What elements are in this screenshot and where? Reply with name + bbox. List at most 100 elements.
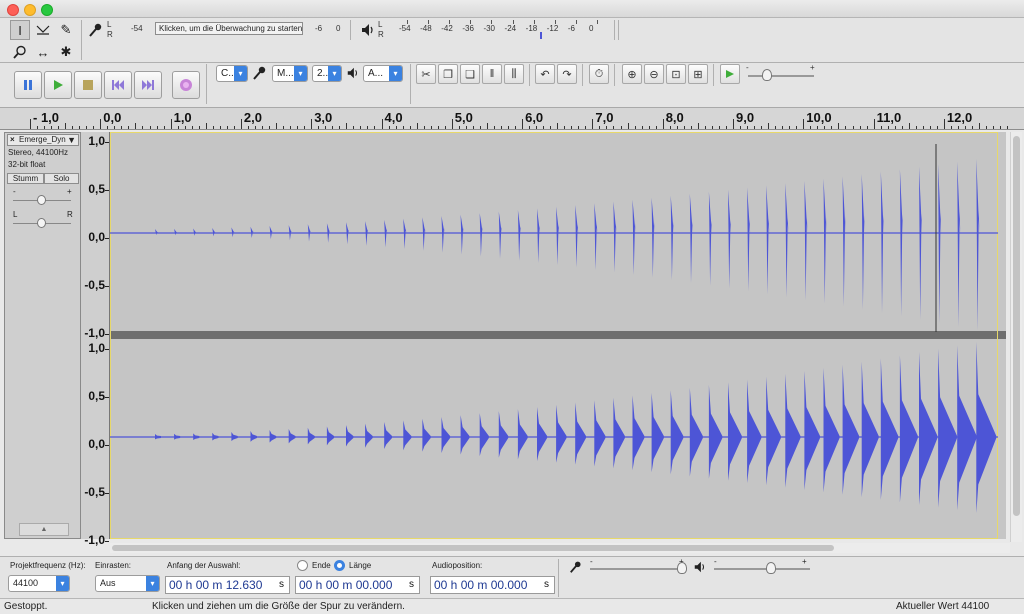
play-button[interactable]: [44, 71, 72, 99]
ruler-tick: [430, 126, 432, 129]
ruler-tick: [901, 126, 903, 129]
record-meter-microphone-icon[interactable]: [86, 20, 106, 40]
gain-slider-thumb[interactable]: [37, 195, 46, 205]
ruler-tick: [585, 126, 587, 129]
toolbar-area: I ✎ ↔ ✱ L R -54 Klicken, um die Überwach…: [0, 18, 1024, 108]
horizontal-scrollbar[interactable]: [110, 543, 1010, 553]
silence-audio-icon[interactable]: ⫼: [504, 64, 524, 84]
stop-button[interactable]: [74, 71, 102, 99]
ruler-tick: [444, 126, 446, 129]
time-unit-suffix: s: [544, 579, 549, 590]
waveform-display[interactable]: [110, 132, 1006, 539]
copy-icon[interactable]: ❐: [438, 64, 458, 84]
zoom-tool-icon[interactable]: [10, 42, 30, 62]
speaker-icon[interactable]: [358, 20, 378, 40]
ruler-tick: [311, 119, 313, 129]
snap-to-select[interactable]: Aus ▾: [95, 575, 160, 592]
ruler-tick: [297, 126, 299, 129]
ruler-tick: [993, 126, 995, 129]
horizontal-scrollbar-thumb[interactable]: [112, 545, 834, 551]
envelope-tool-icon[interactable]: [33, 20, 53, 40]
ruler-tick: [740, 126, 742, 129]
trim-audio-icon[interactable]: ‖: [482, 64, 502, 84]
status-hint: Klicken und ziehen um die Größe der Spur…: [152, 601, 405, 612]
timeshift-tool-icon[interactable]: ↔: [33, 42, 53, 62]
selection-length-field[interactable]: 00 h 00 m 00.000 s: [295, 576, 420, 594]
ruler-tick: [873, 119, 875, 129]
gain-min-label: -: [13, 187, 16, 196]
ruler-tick: [451, 119, 453, 129]
cut-icon[interactable]: ✂: [416, 64, 436, 84]
waveform-area[interactable]: [110, 132, 1006, 539]
skip-to-end-button[interactable]: [134, 71, 162, 99]
ruler-tick: [177, 126, 179, 129]
ruler-tick: [564, 126, 566, 129]
track-control-panel[interactable]: × Emerge_Dyn ▼ Stereo, 44100Hz 32-bit fl…: [4, 132, 81, 539]
selection-tool-icon[interactable]: I: [10, 20, 30, 40]
playback-meter[interactable]: -54 -48 -42 -36 -30 -24 -18 -12 -6 0: [389, 20, 611, 39]
pause-button[interactable]: [14, 71, 42, 99]
output-volume-thumb[interactable]: [766, 562, 776, 574]
playback-meter-tick: [512, 20, 514, 24]
audio-host-select[interactable]: C.. ▾: [216, 65, 248, 82]
project-rate-select[interactable]: 44100 ▾: [8, 575, 70, 592]
input-volume-slider[interactable]: [590, 568, 686, 570]
track-menu-chevron-down-icon[interactable]: ▼: [67, 135, 76, 145]
collapse-track-button[interactable]: ▲: [19, 523, 69, 536]
amplitude-label: -1,0: [84, 533, 105, 547]
amplitude-ruler[interactable]: 1,0 0,5 0,0 -0,5 -1,0 1,0 0,5 0,0 -0,5 -1,0: [81, 132, 110, 547]
play-at-speed-icon[interactable]: [720, 64, 740, 84]
zoom-in-icon[interactable]: ⊕: [622, 64, 642, 84]
meter-scale-label: -6: [315, 24, 323, 33]
minimize-window-button[interactable]: [24, 4, 36, 16]
timeline-ruler[interactable]: - 1,0 0,0 1,0 2,0 3,0 4,0 5,0 6,0 7,0 8,0 9,0 10,0 1…: [0, 108, 1024, 130]
close-window-button[interactable]: [7, 4, 19, 16]
length-radio[interactable]: [334, 560, 345, 571]
fit-selection-icon[interactable]: ⊡: [666, 64, 686, 84]
selection-toolbar: Projektfrequenz (Hz): 44100 ▾ Einrasten: …: [0, 556, 1024, 598]
selection-start-label: Anfang der Auswahl:: [167, 561, 241, 570]
sync-lock-icon[interactable]: ⏱: [589, 64, 609, 84]
playback-speed-slider[interactable]: [748, 75, 814, 77]
output-volume-slider[interactable]: [714, 568, 810, 570]
undo-icon[interactable]: ↶: [535, 64, 555, 84]
multi-tool-icon[interactable]: ✱: [56, 42, 76, 62]
ruler-tick: [37, 126, 39, 129]
audio-position-field[interactable]: 00 h 00 m 00.000 s: [430, 576, 555, 594]
ruler-tick: [1007, 126, 1009, 129]
close-track-icon[interactable]: ×: [10, 135, 15, 145]
ruler-time-label: 3,0: [314, 110, 333, 125]
fit-project-icon[interactable]: ⊞: [688, 64, 708, 84]
ruler-tick: [578, 126, 580, 129]
ruler-tick: [219, 126, 221, 129]
ruler-tick: [950, 126, 952, 129]
solo-button[interactable]: Solo: [44, 173, 79, 184]
ruler-tick: [789, 126, 791, 129]
vertical-scrollbar-thumb[interactable]: [1013, 136, 1020, 516]
audio-position-label: Audioposition:: [432, 561, 483, 570]
paste-icon[interactable]: ❏: [460, 64, 480, 84]
playback-device-select[interactable]: A... ▾: [363, 65, 403, 82]
channels-select[interactable]: 2... ▾: [312, 65, 342, 82]
skip-to-start-button[interactable]: [104, 71, 132, 99]
end-radio[interactable]: [297, 560, 308, 571]
ruler-tick: [254, 126, 256, 129]
vertical-scrollbar[interactable]: [1010, 132, 1022, 542]
pan-slider-thumb[interactable]: [37, 218, 46, 228]
draw-tool-icon[interactable]: ✎: [56, 20, 76, 40]
record-meter-prompt[interactable]: Klicken, um die Überwachung zu starten: [155, 22, 303, 35]
record-button[interactable]: [172, 71, 200, 99]
ruler-tick: [240, 119, 242, 129]
amplitude-label: 1,0: [88, 341, 105, 355]
ruler-tick: [479, 126, 481, 129]
playback-speed-thumb[interactable]: [762, 69, 772, 81]
redo-icon[interactable]: ↷: [557, 64, 577, 84]
input-volume-thumb[interactable]: [677, 562, 687, 574]
speed-min-label: -: [746, 63, 749, 72]
zoom-window-button[interactable]: [41, 4, 53, 16]
track-title-bar[interactable]: × Emerge_Dyn ▼: [7, 134, 79, 146]
recording-device-select[interactable]: M... ▾: [272, 65, 308, 82]
zoom-out-icon[interactable]: ⊖: [644, 64, 664, 84]
mute-button[interactable]: Stumm: [7, 173, 44, 184]
selection-start-field[interactable]: 00 h 00 m 12.630 s: [165, 576, 290, 594]
